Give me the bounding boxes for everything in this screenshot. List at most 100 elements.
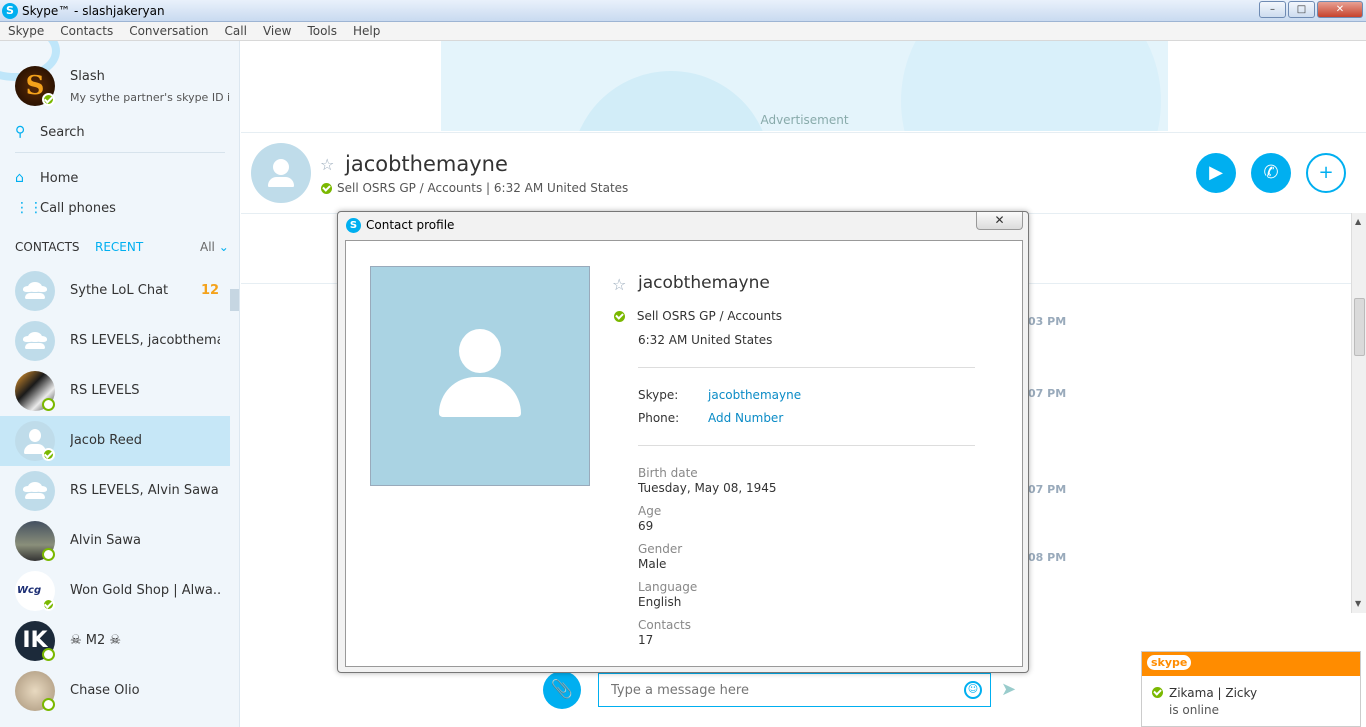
language-value: English	[638, 595, 682, 609]
filter-all-dropdown[interactable]: All ⌄	[200, 240, 229, 254]
scroll-down-icon[interactable]: ▼	[1355, 599, 1361, 608]
presence-away-icon	[42, 648, 55, 661]
contact-item[interactable]: RS LEVELS	[0, 366, 230, 416]
profile-mood[interactable]: My sythe partner's skype ID i...	[70, 91, 230, 104]
phone-icon: ✆	[1263, 162, 1279, 183]
favorite-star-icon[interactable]: ☆	[612, 275, 626, 294]
menu-contacts[interactable]: Contacts	[52, 22, 121, 38]
message-timestamp: 07 PM	[1028, 483, 1067, 496]
age-value: 69	[638, 519, 654, 533]
video-call-button[interactable]: ▶	[1196, 153, 1236, 193]
contact-item[interactable]: Alvin Sawa	[0, 516, 230, 566]
profile-local-time: 6:32 AM United States	[638, 333, 773, 347]
avatar-logo-text: Wcg	[17, 585, 42, 596]
presence-online-icon	[1152, 687, 1163, 698]
scroll-up-icon[interactable]: ▲	[1355, 217, 1361, 226]
scroll-thumb[interactable]	[1354, 298, 1365, 356]
divider	[638, 367, 975, 368]
presence-online-icon	[614, 311, 625, 322]
title-bar: S Skype™ - slashjakeryan – □ ✕	[0, 0, 1366, 22]
skype-logo-icon: S	[2, 3, 18, 19]
chat-status-text: Sell OSRS GP / Accounts | 6:32 AM United…	[337, 181, 629, 195]
advertisement-banner[interactable]: Advertisement	[441, 41, 1168, 131]
group-avatar	[15, 271, 55, 311]
menu-call[interactable]: Call	[217, 22, 255, 38]
message-timestamp: 08 PM	[1028, 551, 1067, 564]
dialog-close-button[interactable]: ✕	[976, 212, 1023, 230]
maximize-button[interactable]: □	[1288, 1, 1315, 18]
profile-name[interactable]: Slash	[70, 69, 105, 84]
presence-away-icon	[42, 548, 55, 561]
profile-mood-row: Sell OSRS GP / Accounts	[614, 309, 782, 323]
contact-name: ☠ M2 ☠	[70, 633, 122, 648]
search-icon: ⚲	[15, 124, 26, 140]
call-phones-button[interactable]: ⋮⋮ Call phones	[15, 198, 116, 218]
dialpad-icon: ⋮⋮	[15, 200, 43, 216]
contacts-count-label: Contacts	[638, 618, 691, 632]
message-composer[interactable]: ☺	[598, 673, 991, 707]
conversation-scrollbar[interactable]: ▲ ▼	[1351, 213, 1366, 613]
presence-away-icon	[42, 398, 55, 411]
phone-label: Phone:	[638, 411, 680, 425]
contact-item-selected[interactable]: Jacob Reed	[0, 416, 230, 466]
skype-brand-logo: skype	[1147, 655, 1192, 670]
sidebar-scrollbar[interactable]	[230, 289, 239, 311]
divider	[15, 152, 225, 153]
chat-contact-name[interactable]: jacobthemayne	[345, 152, 508, 176]
toast-contact-name: Zikama | Zicky	[1169, 686, 1258, 700]
online-notification-toast[interactable]: skype Zikama | Zicky is online	[1141, 651, 1361, 727]
contact-name: Chase Olio	[70, 683, 140, 698]
skype-id-link[interactable]: jacobthemayne	[708, 388, 801, 402]
contact-item[interactable]: Chase Olio	[0, 666, 230, 716]
message-input[interactable]	[611, 680, 951, 700]
divider	[638, 445, 975, 446]
birth-date-value: Tuesday, May 08, 1945	[638, 481, 777, 495]
video-camera-icon: ▶	[1209, 162, 1223, 183]
gender-label: Gender	[638, 542, 683, 556]
presence-online-icon	[42, 598, 55, 611]
close-window-button[interactable]: ✕	[1317, 1, 1363, 18]
chat-contact-status: Sell OSRS GP / Accounts | 6:32 AM United…	[321, 181, 628, 195]
favorite-star-icon[interactable]: ☆	[320, 155, 334, 174]
chevron-down-icon: ⌄	[218, 240, 229, 254]
contact-item[interactable]: Wcg Won Gold Shop | Alwa...	[0, 566, 230, 616]
contact-name: RS LEVELS, jacobthema...	[70, 333, 220, 348]
add-people-button[interactable]: +	[1306, 153, 1346, 193]
search-button[interactable]: ⚲ Search	[15, 122, 85, 142]
tab-recent[interactable]: RECENT	[95, 240, 143, 254]
toast-status: is online	[1169, 703, 1220, 717]
attach-button[interactable]: 📎	[543, 671, 581, 709]
minimize-button[interactable]: –	[1259, 1, 1286, 18]
profile-picture	[370, 266, 590, 486]
menu-bar: Skype Contacts Conversation Call View To…	[0, 22, 1366, 41]
send-icon[interactable]: ➤	[1001, 679, 1016, 700]
call-phones-label: Call phones	[40, 200, 116, 216]
menu-view[interactable]: View	[255, 22, 299, 38]
chat-contact-avatar[interactable]	[251, 143, 311, 203]
menu-skype[interactable]: Skype	[0, 22, 52, 38]
message-timestamp: 03 PM	[1028, 315, 1067, 328]
contact-item[interactable]: IK ☠ M2 ☠	[0, 616, 230, 666]
contact-name: Sythe LoL Chat	[70, 283, 169, 298]
contact-item[interactable]: RS LEVELS, jacobthema...	[0, 316, 230, 366]
menu-help[interactable]: Help	[345, 22, 388, 38]
add-number-link[interactable]: Add Number	[708, 411, 783, 425]
filter-label: All	[200, 240, 215, 254]
emoticon-icon[interactable]: ☺	[964, 681, 982, 699]
birth-date-label: Birth date	[638, 466, 698, 480]
tab-contacts[interactable]: CONTACTS	[15, 240, 80, 254]
add-person-icon: +	[1318, 162, 1334, 183]
menu-conversation[interactable]: Conversation	[121, 22, 216, 38]
presence-online-icon	[42, 93, 55, 106]
contact-item[interactable]: RS LEVELS, Alvin Sawa	[0, 466, 230, 516]
voice-call-button[interactable]: ✆	[1251, 153, 1291, 193]
menu-tools[interactable]: Tools	[299, 22, 345, 38]
contact-item[interactable]: Sythe LoL Chat 12	[0, 266, 230, 316]
contacts-count-value: 17	[638, 633, 654, 647]
contact-name: Jacob Reed	[70, 433, 142, 448]
profile-mood: Sell OSRS GP / Accounts	[636, 309, 783, 323]
dialog-title: Contact profile	[366, 218, 455, 232]
gender-value: Male	[638, 557, 667, 571]
home-button[interactable]: ⌂ Home	[15, 168, 78, 188]
presence-online-icon	[42, 448, 55, 461]
